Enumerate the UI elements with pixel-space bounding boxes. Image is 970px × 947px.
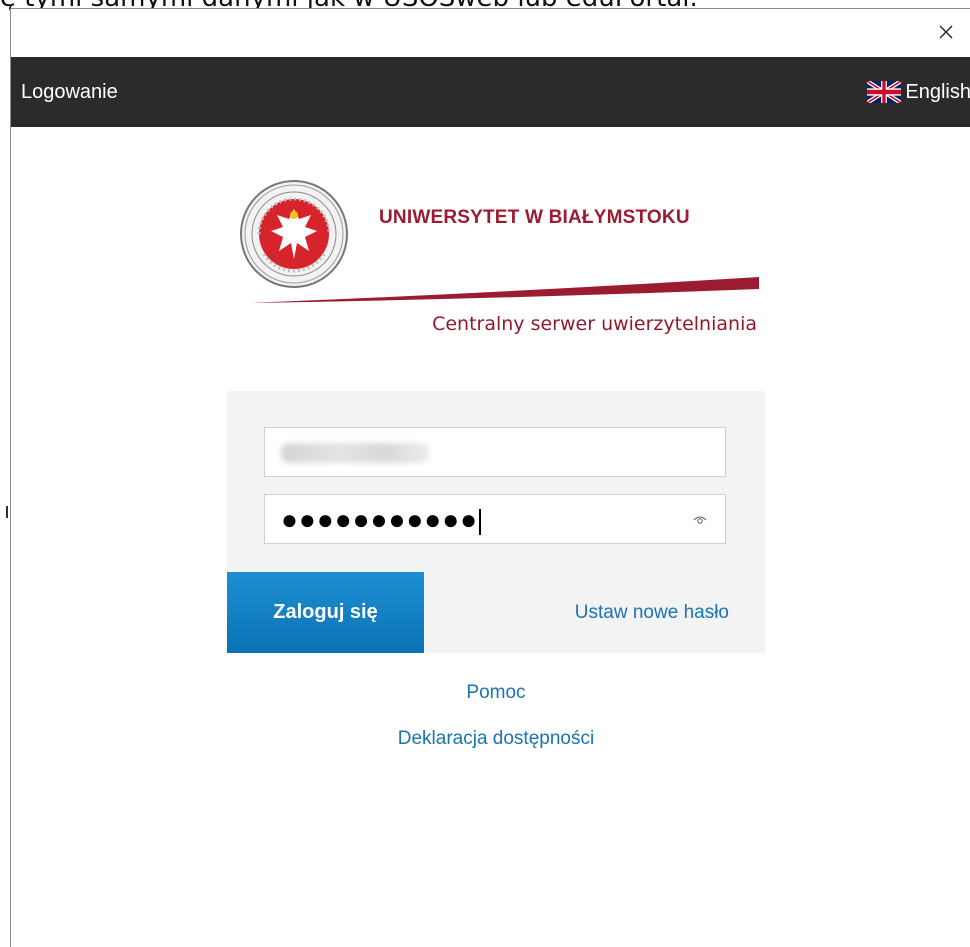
university-name: UNIWERSYTET W BIAŁYMSTOKU bbox=[379, 207, 690, 228]
blurred-username-value bbox=[281, 443, 429, 463]
close-button[interactable] bbox=[933, 19, 959, 45]
university-logo: UNIWERSYTET W BIAŁYMSTOKU Centralny serw… bbox=[239, 179, 759, 349]
username-field[interactable] bbox=[264, 427, 726, 477]
help-link[interactable]: Pomoc bbox=[227, 681, 765, 705]
login-dialog: Logowanie English UNIWERSYTET W BIAŁYMST… bbox=[10, 8, 970, 947]
login-button[interactable]: Zaloguj się bbox=[227, 572, 424, 653]
login-form: ●●●●●●●●●●● Zaloguj się Ustaw nowe hasło bbox=[227, 391, 765, 653]
language-label: English bbox=[905, 80, 970, 103]
header-bar: Logowanie English bbox=[11, 57, 970, 127]
page-title: Logowanie bbox=[21, 81, 118, 103]
logo-subtitle: Centralny serwer uwierzytelniania bbox=[432, 313, 757, 335]
close-icon bbox=[939, 25, 953, 39]
text-cursor-mark bbox=[6, 506, 8, 518]
language-switch[interactable]: English bbox=[867, 57, 970, 127]
password-field[interactable]: ●●●●●●●●●●● bbox=[264, 494, 726, 544]
footer-links: Pomoc Deklaracja dostępności bbox=[227, 681, 765, 773]
reset-password-link[interactable]: Ustaw nowe hasło bbox=[575, 572, 729, 653]
password-value: ●●●●●●●●●●● bbox=[281, 503, 482, 537]
accessibility-link[interactable]: Deklaracja dostępności bbox=[227, 727, 765, 751]
text-caret bbox=[479, 508, 482, 535]
eye-icon[interactable] bbox=[693, 513, 707, 527]
logo-swoosh bbox=[249, 277, 759, 303]
uk-flag-icon bbox=[867, 81, 902, 103]
